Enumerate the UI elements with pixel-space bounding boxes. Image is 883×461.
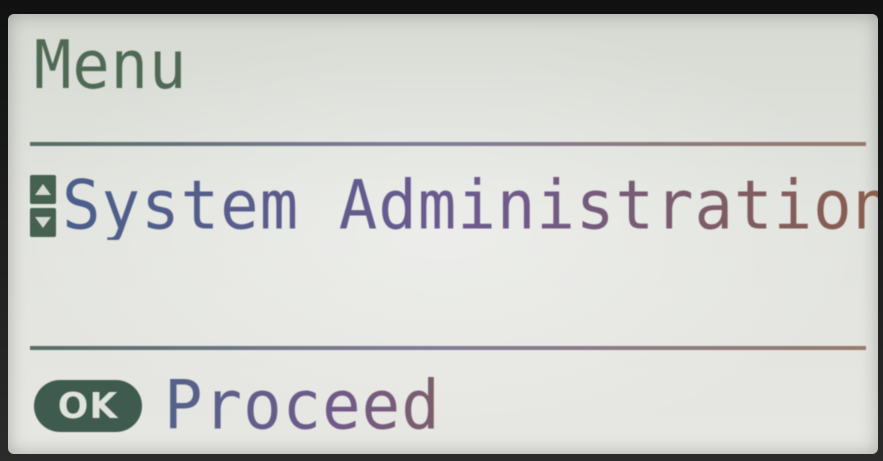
lcd-screen: Menu System Administration OK Proceed: [8, 14, 878, 454]
screen-title: Menu: [34, 25, 188, 105]
menu-item-system-administration[interactable]: System Administration: [30, 166, 878, 246]
proceed-label: Proceed: [164, 366, 441, 446]
menu-item-label: System Administration: [62, 172, 878, 240]
ok-button-icon[interactable]: OK: [34, 380, 142, 432]
scroll-updown-icon: [30, 175, 56, 237]
title-divider: [30, 142, 866, 146]
scroll-down-icon: [30, 208, 56, 237]
ok-button-label: OK: [57, 385, 119, 427]
softkey-bar: OK Proceed: [34, 366, 441, 446]
footer-divider: [30, 346, 866, 350]
device-bezel: Menu System Administration OK Proceed: [0, 0, 883, 461]
scroll-up-icon: [30, 175, 56, 204]
